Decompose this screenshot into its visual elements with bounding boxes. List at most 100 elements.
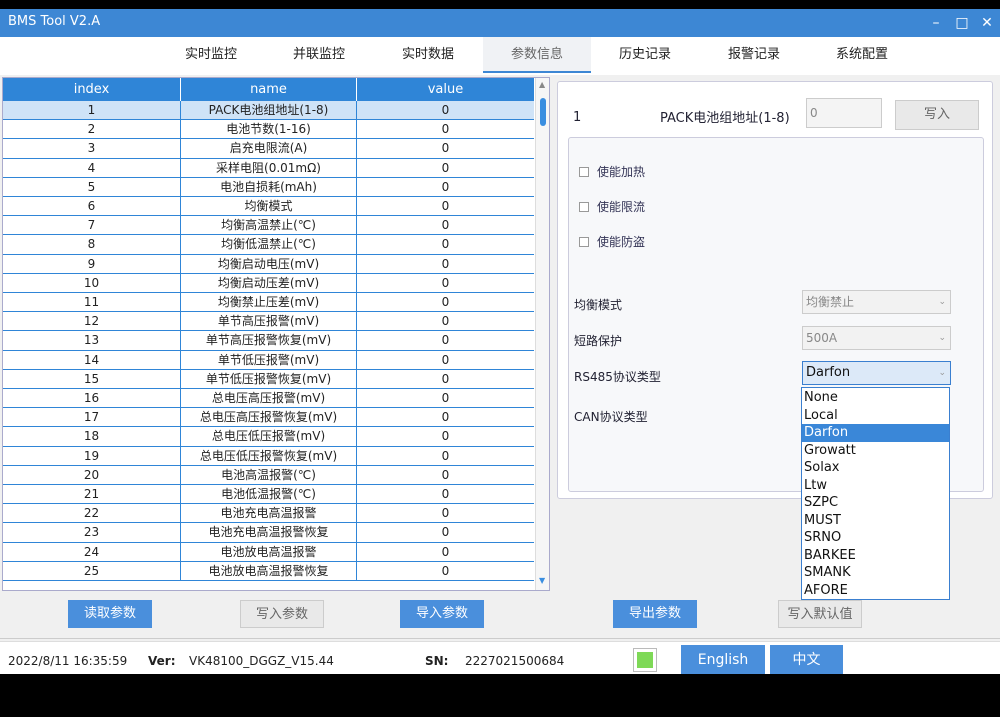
dropdown-option[interactable]: Darfon [802, 424, 949, 442]
cell-index: 1 [3, 101, 181, 120]
cell-name: 电池放电高温报警 [181, 542, 357, 562]
checkbox-box[interactable] [579, 167, 589, 177]
short-circuit-select[interactable]: 500A ⌄ [802, 326, 951, 350]
table-row[interactable]: 9 均衡启动电压(mV) 0 [3, 254, 534, 274]
table-row[interactable]: 17 总电压高压报警恢复(mV) 0 [3, 408, 534, 428]
enable-antitheft-checkbox[interactable]: 使能防盗 [579, 233, 645, 250]
dropdown-option[interactable]: Growatt [802, 442, 949, 460]
cell-value: 0 [441, 410, 450, 425]
checkbox-box[interactable] [579, 237, 589, 247]
cell-name: 均衡禁止压差(mV) [181, 293, 357, 312]
read-parameters-button[interactable]: 读取参数 [68, 600, 152, 628]
table-row[interactable]: 1 PACK电池组地址(1-8) 0 [3, 101, 534, 121]
table-row[interactable]: 8 均衡低温禁止(℃) 0 [3, 235, 534, 255]
cell-value: 0 [441, 237, 450, 252]
connection-indicator [633, 648, 657, 672]
tab-alarm-records[interactable]: 报警记录 [700, 37, 808, 73]
column-header-name[interactable]: name [181, 78, 357, 101]
table-row[interactable]: 4 采样电阻(0.01mΩ) 0 [3, 158, 534, 178]
version-value: VK48100_DGGZ_V15.44 [189, 654, 334, 668]
table-row[interactable]: 22 电池充电高温报警 0 [3, 504, 534, 524]
table-row[interactable]: 20 电池高温报警(℃) 0 [3, 465, 534, 485]
enable-current-limit-checkbox[interactable]: 使能限流 [579, 198, 645, 215]
cell-name: 总电压低压报警(mV) [181, 427, 357, 447]
cell-index: 17 [3, 408, 181, 428]
table-row[interactable]: 15 单节低压报警恢复(mV) 0 [3, 369, 534, 389]
dropdown-option[interactable]: None [802, 389, 949, 407]
minimize-button[interactable]: – [925, 12, 947, 34]
detail-write-button[interactable]: 写入 [895, 100, 979, 130]
cell-value: 0 [441, 506, 450, 521]
tab-history[interactable]: 历史记录 [591, 37, 699, 73]
tab-realtime-data[interactable]: 实时数据 [374, 37, 482, 73]
cell-name: 总电压高压报警恢复(mV) [181, 408, 357, 428]
scroll-down-icon[interactable]: ▼ [539, 576, 545, 585]
write-parameters-button[interactable]: 写入参数 [240, 600, 324, 628]
dropdown-option[interactable]: SMANK [802, 564, 949, 582]
table-row[interactable]: 19 总电压低压报警恢复(mV) 0 [3, 446, 534, 466]
cell-value: 0 [441, 429, 450, 444]
tab-parallel-monitor[interactable]: 并联监控 [265, 37, 373, 73]
cell-index: 11 [3, 293, 181, 312]
table-row[interactable]: 14 单节低压报警(mV) 0 [3, 350, 534, 370]
table-row[interactable]: 12 单节高压报警(mV) 0 [3, 312, 534, 332]
table-row[interactable]: 7 均衡高温禁止(℃) 0 [3, 216, 534, 236]
table-row[interactable]: 16 总电压高压报警(mV) 0 [3, 389, 534, 409]
cell-value: 0 [441, 544, 450, 559]
vertical-scrollbar[interactable]: ▲ ▼ [535, 78, 549, 590]
column-header-index[interactable]: index [3, 78, 181, 101]
cell-value: 0 [441, 352, 450, 367]
checkbox-box[interactable] [579, 202, 589, 212]
tab-realtime-monitor[interactable]: 实时监控 [157, 37, 265, 73]
status-datetime: 2022/8/11 16:35:59 [8, 654, 128, 668]
scrollbar-thumb[interactable] [540, 98, 546, 126]
dropdown-option[interactable]: Local [802, 407, 949, 425]
table-row[interactable]: 24 电池放电高温报警 0 [3, 542, 534, 562]
cell-name: 单节低压报警(mV) [181, 350, 357, 370]
cell-value: 0 [441, 122, 450, 137]
maximize-button[interactable]: □ [951, 12, 973, 34]
cell-name: 单节低压报警恢复(mV) [181, 369, 357, 389]
tab-parameter-info[interactable]: 参数信息 [483, 37, 591, 73]
chinese-language-button[interactable]: 中文 [770, 645, 843, 674]
parameter-table: index name value 1 PACK电池组地址(1-8) 0 2 电池节数(1… [2, 77, 550, 591]
dropdown-option[interactable]: SZPC [802, 494, 949, 512]
table-row[interactable]: 5 电池自损耗(mAh) 0 [3, 177, 534, 197]
serial-label: SN: [425, 654, 449, 668]
write-default-button[interactable]: 写入默认值 [778, 600, 862, 628]
import-parameters-button[interactable]: 导入参数 [400, 600, 484, 628]
table-row[interactable]: 13 单节高压报警恢复(mV) 0 [3, 331, 534, 351]
english-language-button[interactable]: English [681, 645, 765, 674]
cell-value: 0 [441, 314, 450, 329]
table-row[interactable]: 10 均衡启动压差(mV) 0 [3, 273, 534, 293]
export-parameters-button[interactable]: 导出参数 [613, 600, 697, 628]
enable-heating-checkbox[interactable]: 使能加热 [579, 163, 645, 180]
cell-index: 3 [3, 139, 181, 159]
table-row[interactable]: 18 总电压低压报警(mV) 0 [3, 427, 534, 447]
dropdown-option[interactable]: Solax [802, 459, 949, 477]
table-row[interactable]: 2 电池节数(1-16) 0 [3, 120, 534, 140]
dropdown-option[interactable]: Ltw [802, 477, 949, 495]
close-button[interactable]: ✕ [976, 12, 998, 34]
table-row[interactable]: 11 均衡禁止压差(mV) 0 [3, 293, 534, 313]
serial-value: 2227021500684 [465, 654, 565, 668]
column-header-value[interactable]: value [357, 78, 534, 101]
detail-value-input[interactable]: 0 [806, 98, 882, 128]
table-row[interactable]: 21 电池低温报警(℃) 0 [3, 485, 534, 505]
table-row[interactable]: 3 启充电限流(A) 0 [3, 139, 534, 159]
rs485-protocol-label: RS485协议类型 [574, 370, 661, 384]
table-row[interactable]: 25 电池放电高温报警恢复 0 [3, 561, 534, 581]
dropdown-option[interactable]: AFORE [802, 582, 949, 600]
tab-system-config[interactable]: 系统配置 [808, 37, 916, 73]
chevron-down-icon: ⌄ [938, 333, 946, 343]
chevron-down-icon: ⌄ [938, 368, 946, 378]
table-row[interactable]: 23 电池充电高温报警恢复 0 [3, 523, 534, 543]
status-led-icon [637, 652, 653, 668]
dropdown-option[interactable]: MUST [802, 512, 949, 530]
dropdown-option[interactable]: BARKEE [802, 547, 949, 565]
rs485-protocol-select[interactable]: Darfon ⌄ [802, 361, 951, 385]
table-row[interactable]: 6 均衡模式 0 [3, 197, 534, 217]
dropdown-option[interactable]: SRNO [802, 529, 949, 547]
scroll-up-icon[interactable]: ▲ [539, 80, 545, 89]
balance-mode-select[interactable]: 均衡禁止 ⌄ [802, 290, 951, 314]
